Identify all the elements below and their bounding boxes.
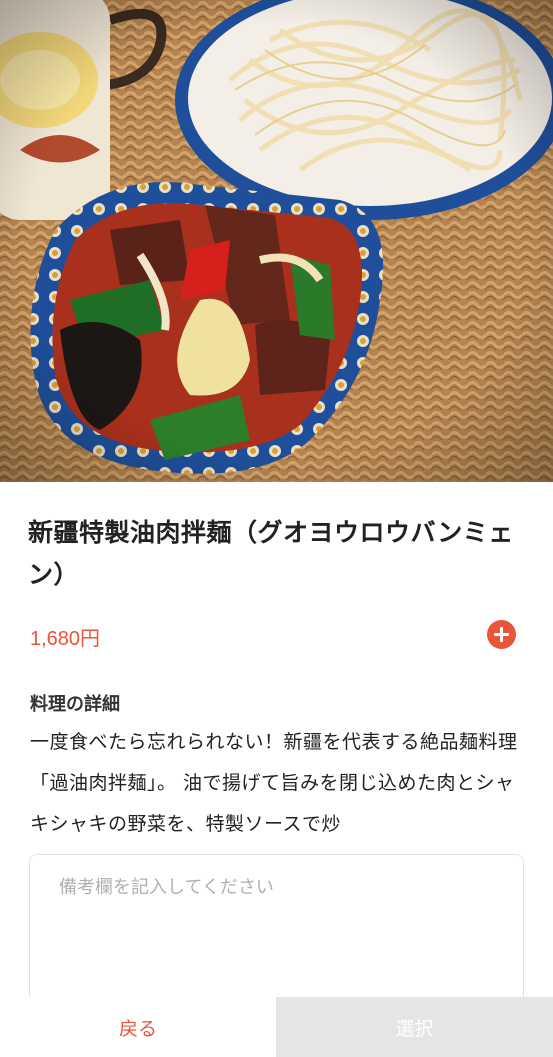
dish-price: 1,680円: [30, 628, 101, 650]
details-heading: 料理の詳細: [30, 694, 120, 715]
back-button[interactable]: 戻る: [0, 997, 276, 1057]
plus-circle-icon[interactable]: [487, 620, 516, 649]
dish-photo: [0, 0, 553, 482]
bottom-action-bar: 戻る 選択: [0, 997, 553, 1057]
details-text: 一度食べたら忘れられない！新疆を代表する絶品麺料理「過油肉拌麺」。 油で揚げて旨…: [30, 731, 518, 835]
dish-title: 新疆特製油肉拌麺（グオヨウロウバンミェン）: [28, 518, 514, 589]
select-button[interactable]: 選択: [276, 997, 553, 1057]
